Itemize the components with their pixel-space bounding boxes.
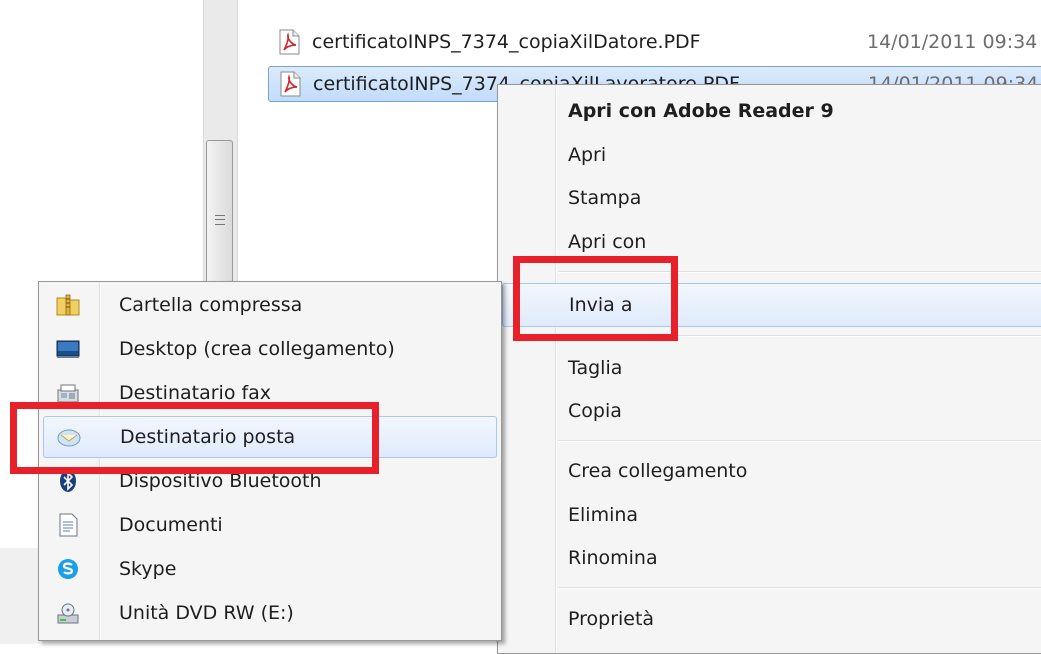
context-menu: Apri con Adobe Reader 9 Apri Stampa Apri… (497, 84, 1041, 654)
menu-separator (558, 440, 1041, 442)
menu-item-label: Taglia (568, 357, 623, 379)
menu-separator (558, 587, 1041, 589)
skype-icon (58, 559, 78, 579)
submenu-item-dvd-drive[interactable]: Unità DVD RW (E:) (43, 592, 497, 634)
file-name: certificatoINPS_7374_copiaXilDatore.PDF (312, 31, 701, 53)
file-row[interactable]: certificatoINPS_7374_copiaXilDatore.PDF … (268, 24, 1041, 60)
details-pane-edge (0, 548, 40, 644)
menu-item-label: Apri (568, 144, 607, 166)
annotation-highlight-mail-recipient (10, 402, 379, 474)
menu-item-create-shortcut[interactable]: Crea collegamento (502, 449, 1041, 493)
submenu-item-label: Skype (119, 558, 177, 580)
menu-item-label: Apri con (568, 231, 647, 253)
submenu-item-label: Documenti (119, 514, 223, 536)
menu-item-label: Elimina (568, 504, 639, 526)
menu-item-delete[interactable]: Elimina (502, 493, 1041, 537)
menu-item-print[interactable]: Stampa (502, 176, 1041, 220)
annotation-highlight-send-to (513, 256, 678, 341)
menu-item-cut[interactable]: Taglia (502, 346, 1041, 390)
menu-item-label: Stampa (568, 187, 642, 209)
menu-item-label: Apri con Adobe Reader 9 (568, 100, 834, 122)
file-date: 14/01/2011 09:34 (867, 31, 1038, 53)
grip-icon (215, 215, 225, 225)
menu-item-properties[interactable]: Proprietà (502, 597, 1041, 641)
menu-item-label: Copia (568, 400, 622, 422)
menu-item-label: Rinomina (568, 547, 658, 569)
menu-item-copy[interactable]: Copia (502, 389, 1041, 433)
pdf-icon (280, 71, 301, 97)
documents-icon (59, 513, 78, 537)
submenu-item-label: Destinatario fax (119, 382, 272, 404)
submenu-item-label: Desktop (crea collegamento) (119, 338, 395, 360)
desktop-icon (56, 340, 80, 358)
zip-folder-icon (56, 294, 80, 316)
dvd-drive-icon (57, 603, 79, 624)
menu-item-label: Crea collegamento (568, 460, 748, 482)
navigation-pane-area (0, 0, 205, 270)
submenu-item-skype[interactable]: Skype (43, 548, 497, 590)
submenu-item-label: Unità DVD RW (E:) (119, 602, 294, 624)
menu-item-open-with-adobe[interactable]: Apri con Adobe Reader 9 (502, 89, 1041, 133)
pdf-icon (279, 29, 300, 55)
submenu-item-desktop[interactable]: Desktop (crea collegamento) (43, 328, 497, 370)
submenu-item-compressed-folder[interactable]: Cartella compressa (43, 284, 497, 326)
menu-item-open[interactable]: Apri (502, 133, 1041, 177)
scrollbar[interactable] (203, 0, 238, 300)
submenu-item-label: Cartella compressa (119, 294, 303, 316)
menu-item-label: Proprietà (568, 608, 655, 630)
scrollbar-thumb[interactable] (206, 140, 233, 300)
menu-item-rename[interactable]: Rinomina (502, 536, 1041, 580)
submenu-item-documents[interactable]: Documenti (43, 504, 497, 546)
